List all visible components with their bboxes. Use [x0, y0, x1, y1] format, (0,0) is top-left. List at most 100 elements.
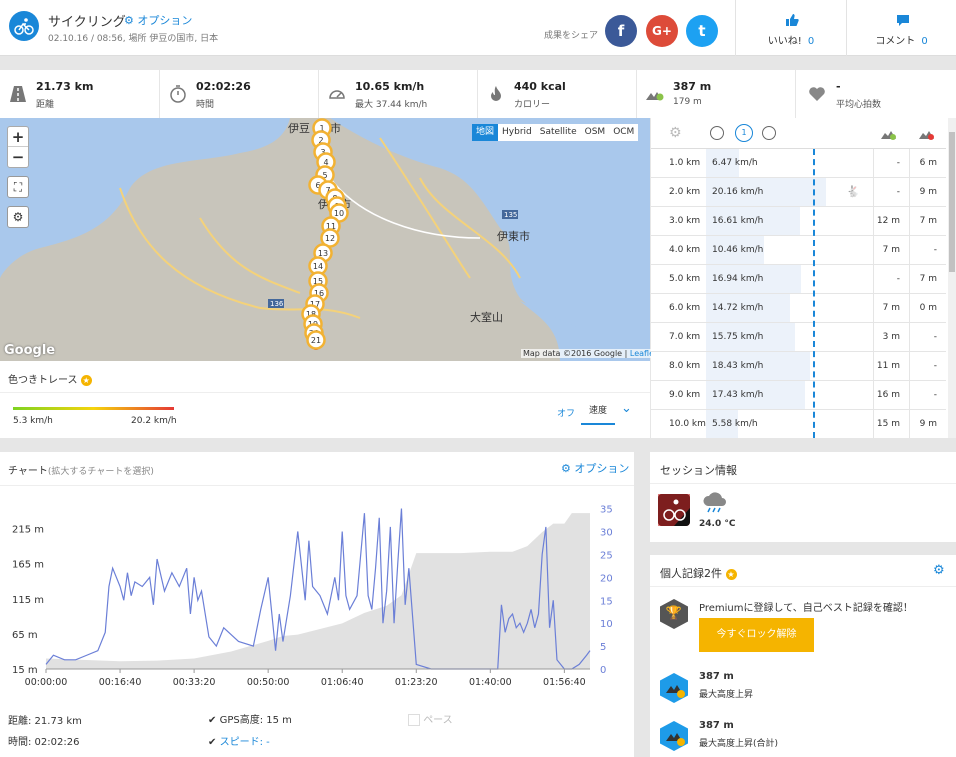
split-descent: 9 m — [919, 187, 937, 197]
stat-value: 02:02:26 — [196, 80, 251, 93]
like-button[interactable]: いいね! 0 — [735, 0, 846, 56]
activity-header: サイクリング ⚙ オプション 02.10.16 / 08:56, 場所 伊豆の国… — [0, 0, 956, 56]
y-tick-label: 65 m — [12, 630, 38, 641]
split-row[interactable]: 8.0 km 18.43 km/h 11 m - — [651, 352, 946, 381]
route-marker-label: 14 — [313, 262, 323, 271]
trace-max-label: 20.2 km/h — [131, 416, 177, 426]
route-map[interactable]: 伊豆市 伊市 伊東市 大室山 136 135 12345678910111213… — [0, 118, 650, 361]
splits-scrollbar[interactable] — [948, 118, 956, 438]
split-ascent: 12 m — [876, 216, 900, 226]
like-count: 0 — [807, 36, 815, 47]
map-settings-button[interactable]: ⚙ — [7, 206, 29, 228]
layer-ocm[interactable]: OCM — [609, 124, 638, 141]
split-row[interactable]: 9.0 km 17.43 km/h 16 m - — [651, 381, 946, 410]
layer-osm[interactable]: OSM — [581, 124, 610, 141]
gear-icon: ⚙ — [12, 210, 24, 224]
stat-value: - — [836, 80, 841, 93]
split-row[interactable]: 6.0 km 14.72 km/h 7 m 0 m — [651, 294, 946, 323]
trace-min-label: 5.3 km/h — [13, 416, 53, 426]
google-plus-share-button[interactable]: G+ — [646, 15, 678, 47]
split-speed: 6.47 km/h — [712, 158, 758, 168]
layer-satellite[interactable]: Satellite — [536, 124, 581, 141]
app-icon — [658, 494, 690, 526]
stopwatch-icon — [170, 85, 186, 103]
chart-options-link[interactable]: ⚙ オプション — [561, 460, 629, 476]
split-row[interactable]: 4.0 km 10.46 km/h 7 m - — [651, 236, 946, 265]
twitter-share-button[interactable]: t — [686, 15, 718, 47]
splits-table: ⚙ 1 1.0 km 6.47 km/h - 6 m 2.0 km 20.16 … — [651, 118, 956, 438]
comment-icon — [897, 15, 909, 26]
trace-speed-option[interactable]: 速度 — [581, 403, 615, 425]
speed-toggle-icon[interactable]: 1 — [735, 124, 753, 142]
elevation-speed-chart[interactable]: 215 m 165 m 115 m 65 m 15 m 35 30 25 20 15 10 5 0 00:… — [0, 492, 634, 692]
elevation-down-icon — [919, 131, 934, 140]
weather-temperature: 24.0 °C — [699, 519, 736, 529]
route-marker-layer: 123456789101112131415161718192021 — [301, 118, 349, 350]
fullscreen-button[interactable]: ⛶ — [7, 176, 29, 198]
split-speed: 16.61 km/h — [712, 216, 764, 226]
pace-checkbox[interactable]: ペース — [408, 711, 453, 726]
stopwatch-icon[interactable] — [762, 126, 776, 140]
speed-checkbox[interactable]: ✔ スピード: - — [208, 733, 270, 748]
zoom-in-button[interactable]: + — [8, 127, 28, 147]
elevation-area — [46, 513, 590, 669]
zoom-out-button[interactable]: − — [8, 147, 28, 167]
hare-icon: 🐇 — [846, 185, 860, 198]
route-marker-label: 10 — [334, 209, 344, 218]
chart-title-text: チャート — [8, 466, 48, 477]
stat-label: 平均心拍数 — [836, 100, 882, 110]
layer-hybrid[interactable]: Hybrid — [498, 124, 536, 141]
attribution-text: Map data ©2016 Google — [523, 349, 623, 358]
y2-tick-label: 10 — [600, 619, 613, 630]
facebook-share-button[interactable]: f — [605, 15, 637, 47]
layer-map[interactable]: 地図 — [472, 124, 499, 141]
stat-heart-rate: - 平均心拍数 — [795, 70, 956, 118]
pace-icon[interactable] — [710, 126, 724, 140]
gps-altitude-checkbox[interactable]: ✔ GPS高度: 15 m — [208, 711, 292, 726]
split-row[interactable]: 7.0 km 15.75 km/h 3 m - — [651, 323, 946, 352]
x-tick-label: 01:40:00 — [469, 677, 512, 688]
split-speed: 20.16 km/h — [712, 187, 764, 197]
split-row[interactable]: 5.0 km 16.94 km/h - 7 m — [651, 265, 946, 294]
split-distance: 10.0 km — [669, 419, 706, 429]
chevron-down-icon[interactable]: ⌄ — [621, 401, 632, 416]
stat-value: 10.65 km/h — [355, 80, 425, 93]
gps-altitude-label: GPS高度: 15 m — [219, 715, 292, 726]
split-distance: 8.0 km — [669, 361, 701, 371]
split-speed: 18.43 km/h — [712, 361, 764, 371]
options-link[interactable]: ⚙ オプション — [124, 12, 192, 28]
split-row[interactable]: 3.0 km 16.61 km/h 12 m 7 m — [651, 207, 946, 236]
x-tick-label: 01:06:40 — [321, 677, 364, 688]
premium-star-icon: ★ — [80, 375, 92, 386]
activity-subtitle: 02.10.16 / 08:56, 場所 伊豆の国市, 日本 — [48, 34, 219, 44]
google-plus-icon: G+ — [652, 24, 672, 38]
x-tick-label: 00:16:40 — [99, 677, 142, 688]
x-tick-label: 00:33:20 — [173, 677, 216, 688]
share-label: 成果をシェア — [544, 31, 599, 41]
stat-calories: 440 kcal カロリー — [477, 70, 636, 118]
splits-header: ⚙ 1 — [651, 118, 946, 149]
divider — [650, 483, 956, 484]
gear-icon[interactable]: ⚙ — [669, 125, 682, 141]
split-ascent: 7 m — [882, 303, 900, 313]
route-marker[interactable]: 21 — [306, 330, 326, 350]
rain-cloud-icon — [702, 492, 728, 518]
trophy-icon: 🏆 — [660, 599, 688, 629]
split-row[interactable]: 1.0 km 6.47 km/h - 6 m — [651, 149, 946, 178]
x-tick-label: 00:50:00 — [247, 677, 290, 688]
y-tick-label: 215 m — [12, 525, 44, 536]
thumbs-up-icon — [786, 14, 799, 26]
unlock-button[interactable]: 今すぐロック解除 — [699, 618, 814, 652]
route-marker-label: 12 — [325, 234, 335, 243]
split-ascent: 11 m — [876, 361, 900, 371]
y-tick-label: 115 m — [12, 595, 44, 606]
gear-icon[interactable]: ⚙ — [933, 563, 945, 578]
flame-icon — [491, 86, 501, 101]
split-row[interactable]: 2.0 km 20.16 km/h - 9 m 🐇 — [651, 178, 946, 207]
activity-title: サイクリング — [48, 15, 126, 30]
twitter-icon: t — [698, 22, 706, 40]
comment-button[interactable]: コメント 0 — [846, 0, 956, 56]
split-row[interactable]: 10.0 km 5.58 km/h 15 m 9 m — [651, 410, 946, 438]
trace-off-option[interactable]: オフ — [557, 406, 575, 419]
heart-icon — [809, 87, 825, 101]
